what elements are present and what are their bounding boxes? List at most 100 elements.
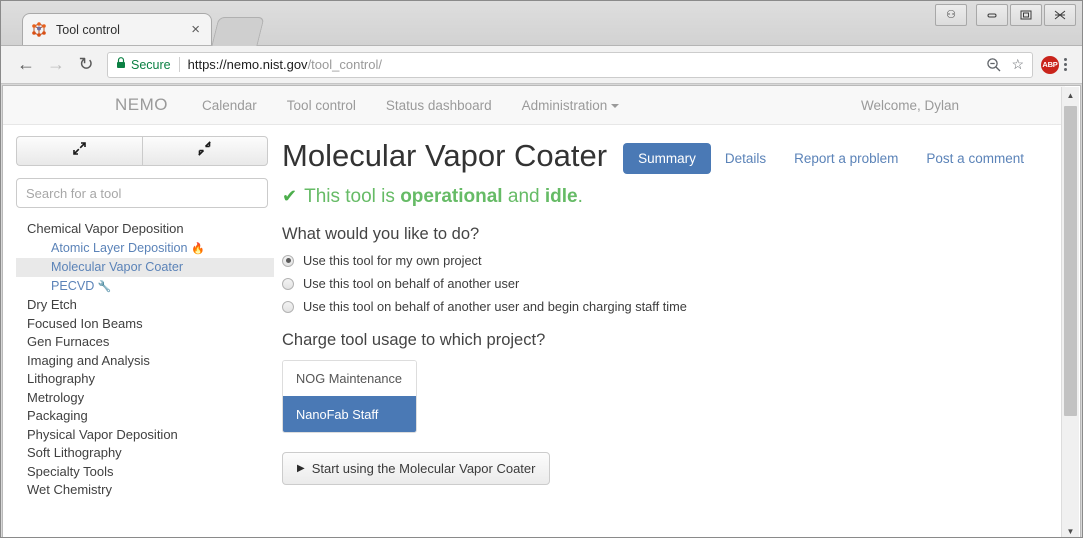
radio-option-behalf-with-staff-charge[interactable]: Use this tool on behalf of another user … [282, 299, 1065, 314]
radio-button[interactable] [282, 254, 294, 267]
url-host: https://nemo.nist.gov [187, 57, 308, 72]
url-path: /tool_control/ [307, 57, 382, 72]
window-controls: ⚇ [935, 4, 1076, 26]
expand-arrows-icon [72, 141, 87, 161]
browser-menu-icon[interactable] [1059, 58, 1072, 71]
browser-titlebar: Tool control × ⚇ [1, 1, 1082, 46]
radio-label: Use this tool for my own project [303, 253, 482, 268]
tree-item-atomic-layer-deposition[interactable]: Atomic Layer Deposition 🔥 [16, 239, 274, 259]
tree-category-wet-chemistry[interactable]: Wet Chemistry [16, 481, 274, 500]
expand-all-button[interactable] [16, 136, 142, 166]
browser-window: Tool control × ⚇ ← → ↻ Secure https://ne… [0, 0, 1083, 538]
bookmark-star-icon[interactable]: ☆ [1011, 56, 1024, 73]
project-item-nanofab-staff[interactable]: NanoFab Staff [283, 396, 416, 432]
radio-label: Use this tool on behalf of another user … [303, 299, 687, 314]
tree-category-lithography[interactable]: Lithography [16, 370, 274, 389]
tab-post-a-comment[interactable]: Post a comment [912, 143, 1038, 174]
tree-category-physical-vapor-deposition[interactable]: Physical Vapor Deposition [16, 426, 274, 445]
omnibox-divider [178, 57, 180, 72]
page-scrollbar[interactable]: ▲ ▼ [1061, 87, 1079, 537]
tool-tree: Chemical Vapor Deposition Atomic Layer D… [16, 220, 274, 500]
welcome-message: Welcome, Dylan [860, 97, 959, 113]
collapse-all-button[interactable] [141, 136, 268, 166]
radio-option-own-project[interactable]: Use this tool for my own project [282, 253, 1065, 268]
start-using-tool-button[interactable]: ▶ Start using the Molecular Vapor Coater [282, 452, 551, 485]
lock-icon [116, 57, 126, 72]
url-bar[interactable]: Secure https://nemo.nist.gov/tool_contro… [107, 51, 1033, 78]
back-icon[interactable]: ← [11, 50, 41, 80]
status-prefix: This tool is [304, 186, 401, 207]
zoom-out-icon[interactable] [986, 57, 1001, 72]
tab-summary[interactable]: Summary [623, 143, 711, 174]
tree-item-molecular-vapor-coater[interactable]: Molecular Vapor Coater [16, 258, 274, 277]
nav-item-administration-label: Administration [521, 97, 608, 113]
tree-category-specialty-tools[interactable]: Specialty Tools [16, 463, 274, 482]
tree-item-label: Molecular Vapor Coater [51, 260, 184, 274]
new-tab-button[interactable] [211, 17, 265, 46]
scroll-up-icon[interactable]: ▲ [1062, 87, 1079, 104]
tree-category-metrology[interactable]: Metrology [16, 389, 274, 408]
tab-report-a-problem[interactable]: Report a problem [780, 143, 912, 174]
secure-label: Secure [131, 57, 171, 72]
check-icon: ✔ [282, 186, 298, 206]
url-text: https://nemo.nist.gov/tool_control/ [188, 57, 382, 72]
nav-item-status-dashboard[interactable]: Status dashboard [386, 98, 492, 113]
page-viewport: NEMO Calendar Tool control Status dashbo… [2, 85, 1081, 537]
maximize-icon[interactable] [1010, 4, 1042, 26]
start-button-label: Start using the Molecular Vapor Coater [311, 461, 536, 476]
tree-category-soft-lithography[interactable]: Soft Lithography [16, 444, 274, 463]
project-item-nog-maintenance[interactable]: NOG Maintenance [283, 361, 416, 396]
usage-question: What would you like to do? [282, 225, 480, 243]
adblock-extension-icon[interactable]: ABP [1041, 55, 1059, 74]
status-state: operational [400, 186, 503, 207]
tree-toggle-group [16, 136, 268, 166]
tool-detail-panel: Molecular Vapor Coater Summary Details R… [274, 125, 1065, 500]
search-input[interactable] [16, 178, 268, 208]
browser-tab[interactable]: Tool control × [22, 13, 212, 45]
browser-tab-title: Tool control [56, 22, 120, 37]
radio-button[interactable] [282, 300, 294, 313]
radio-label: Use this tool on behalf of another user [303, 276, 520, 291]
radio-button[interactable] [282, 277, 294, 290]
omnibox-actions: ☆ [986, 56, 1024, 73]
tree-item-label: PECVD [51, 278, 95, 293]
project-question: Charge tool usage to which project? [282, 331, 546, 349]
reload-icon[interactable]: ↻ [71, 50, 101, 80]
scrollbar-thumb[interactable] [1064, 106, 1077, 416]
status-badge: ✔ This tool is operational and idle. [282, 184, 1065, 209]
profile-icon[interactable]: ⚇ [935, 4, 967, 26]
project-list: NOG Maintenance NanoFab Staff [282, 360, 417, 433]
nemo-brand[interactable]: NEMO [115, 95, 168, 115]
close-window-icon[interactable] [1044, 4, 1076, 26]
tree-item-pecvd[interactable]: PECVD 🔧 [16, 277, 274, 297]
play-icon: ▶ [297, 463, 305, 474]
tree-category-imaging-and-analysis[interactable]: Imaging and Analysis [16, 352, 274, 371]
nav-item-calendar[interactable]: Calendar [202, 98, 257, 113]
status-activity: idle [544, 186, 578, 207]
nav-item-administration[interactable]: Administration [522, 98, 620, 113]
page-title: Molecular Vapor Coater [282, 138, 608, 173]
status-middle: and [502, 186, 545, 207]
molecule-icon [31, 21, 47, 38]
tree-category-gen-furnaces[interactable]: Gen Furnaces [16, 333, 274, 352]
tool-tabs: Summary Details Report a problem Post a … [623, 143, 1038, 174]
forward-icon: → [47, 54, 65, 74]
close-tab-icon[interactable]: × [188, 22, 203, 37]
scroll-down-icon[interactable]: ▼ [1062, 523, 1079, 537]
tree-category-focused-ion-beams[interactable]: Focused Ion Beams [16, 315, 274, 334]
chevron-down-icon [611, 103, 620, 108]
radio-option-behalf-of-user[interactable]: Use this tool on behalf of another user [282, 276, 1065, 291]
minimize-icon[interactable] [976, 4, 1008, 26]
nav-item-tool-control[interactable]: Tool control [287, 98, 356, 113]
tab-details[interactable]: Details [711, 143, 780, 174]
nemo-page: NEMO Calendar Tool control Status dashbo… [3, 86, 1065, 537]
site-navbar: NEMO Calendar Tool control Status dashbo… [3, 86, 1065, 125]
browser-addressbar: ← → ↻ Secure https://nemo.nist.gov/tool_… [1, 46, 1082, 84]
tree-category[interactable]: Chemical Vapor Deposition [16, 220, 274, 239]
title-row: Molecular Vapor Coater Summary Details R… [282, 137, 1065, 174]
tree-category-packaging[interactable]: Packaging [16, 407, 274, 426]
status-suffix: . [577, 186, 583, 207]
page-content: Chemical Vapor Deposition Atomic Layer D… [3, 125, 1065, 500]
fire-icon: 🔥 [191, 241, 205, 255]
tree-category-dry-etch[interactable]: Dry Etch [16, 296, 274, 315]
